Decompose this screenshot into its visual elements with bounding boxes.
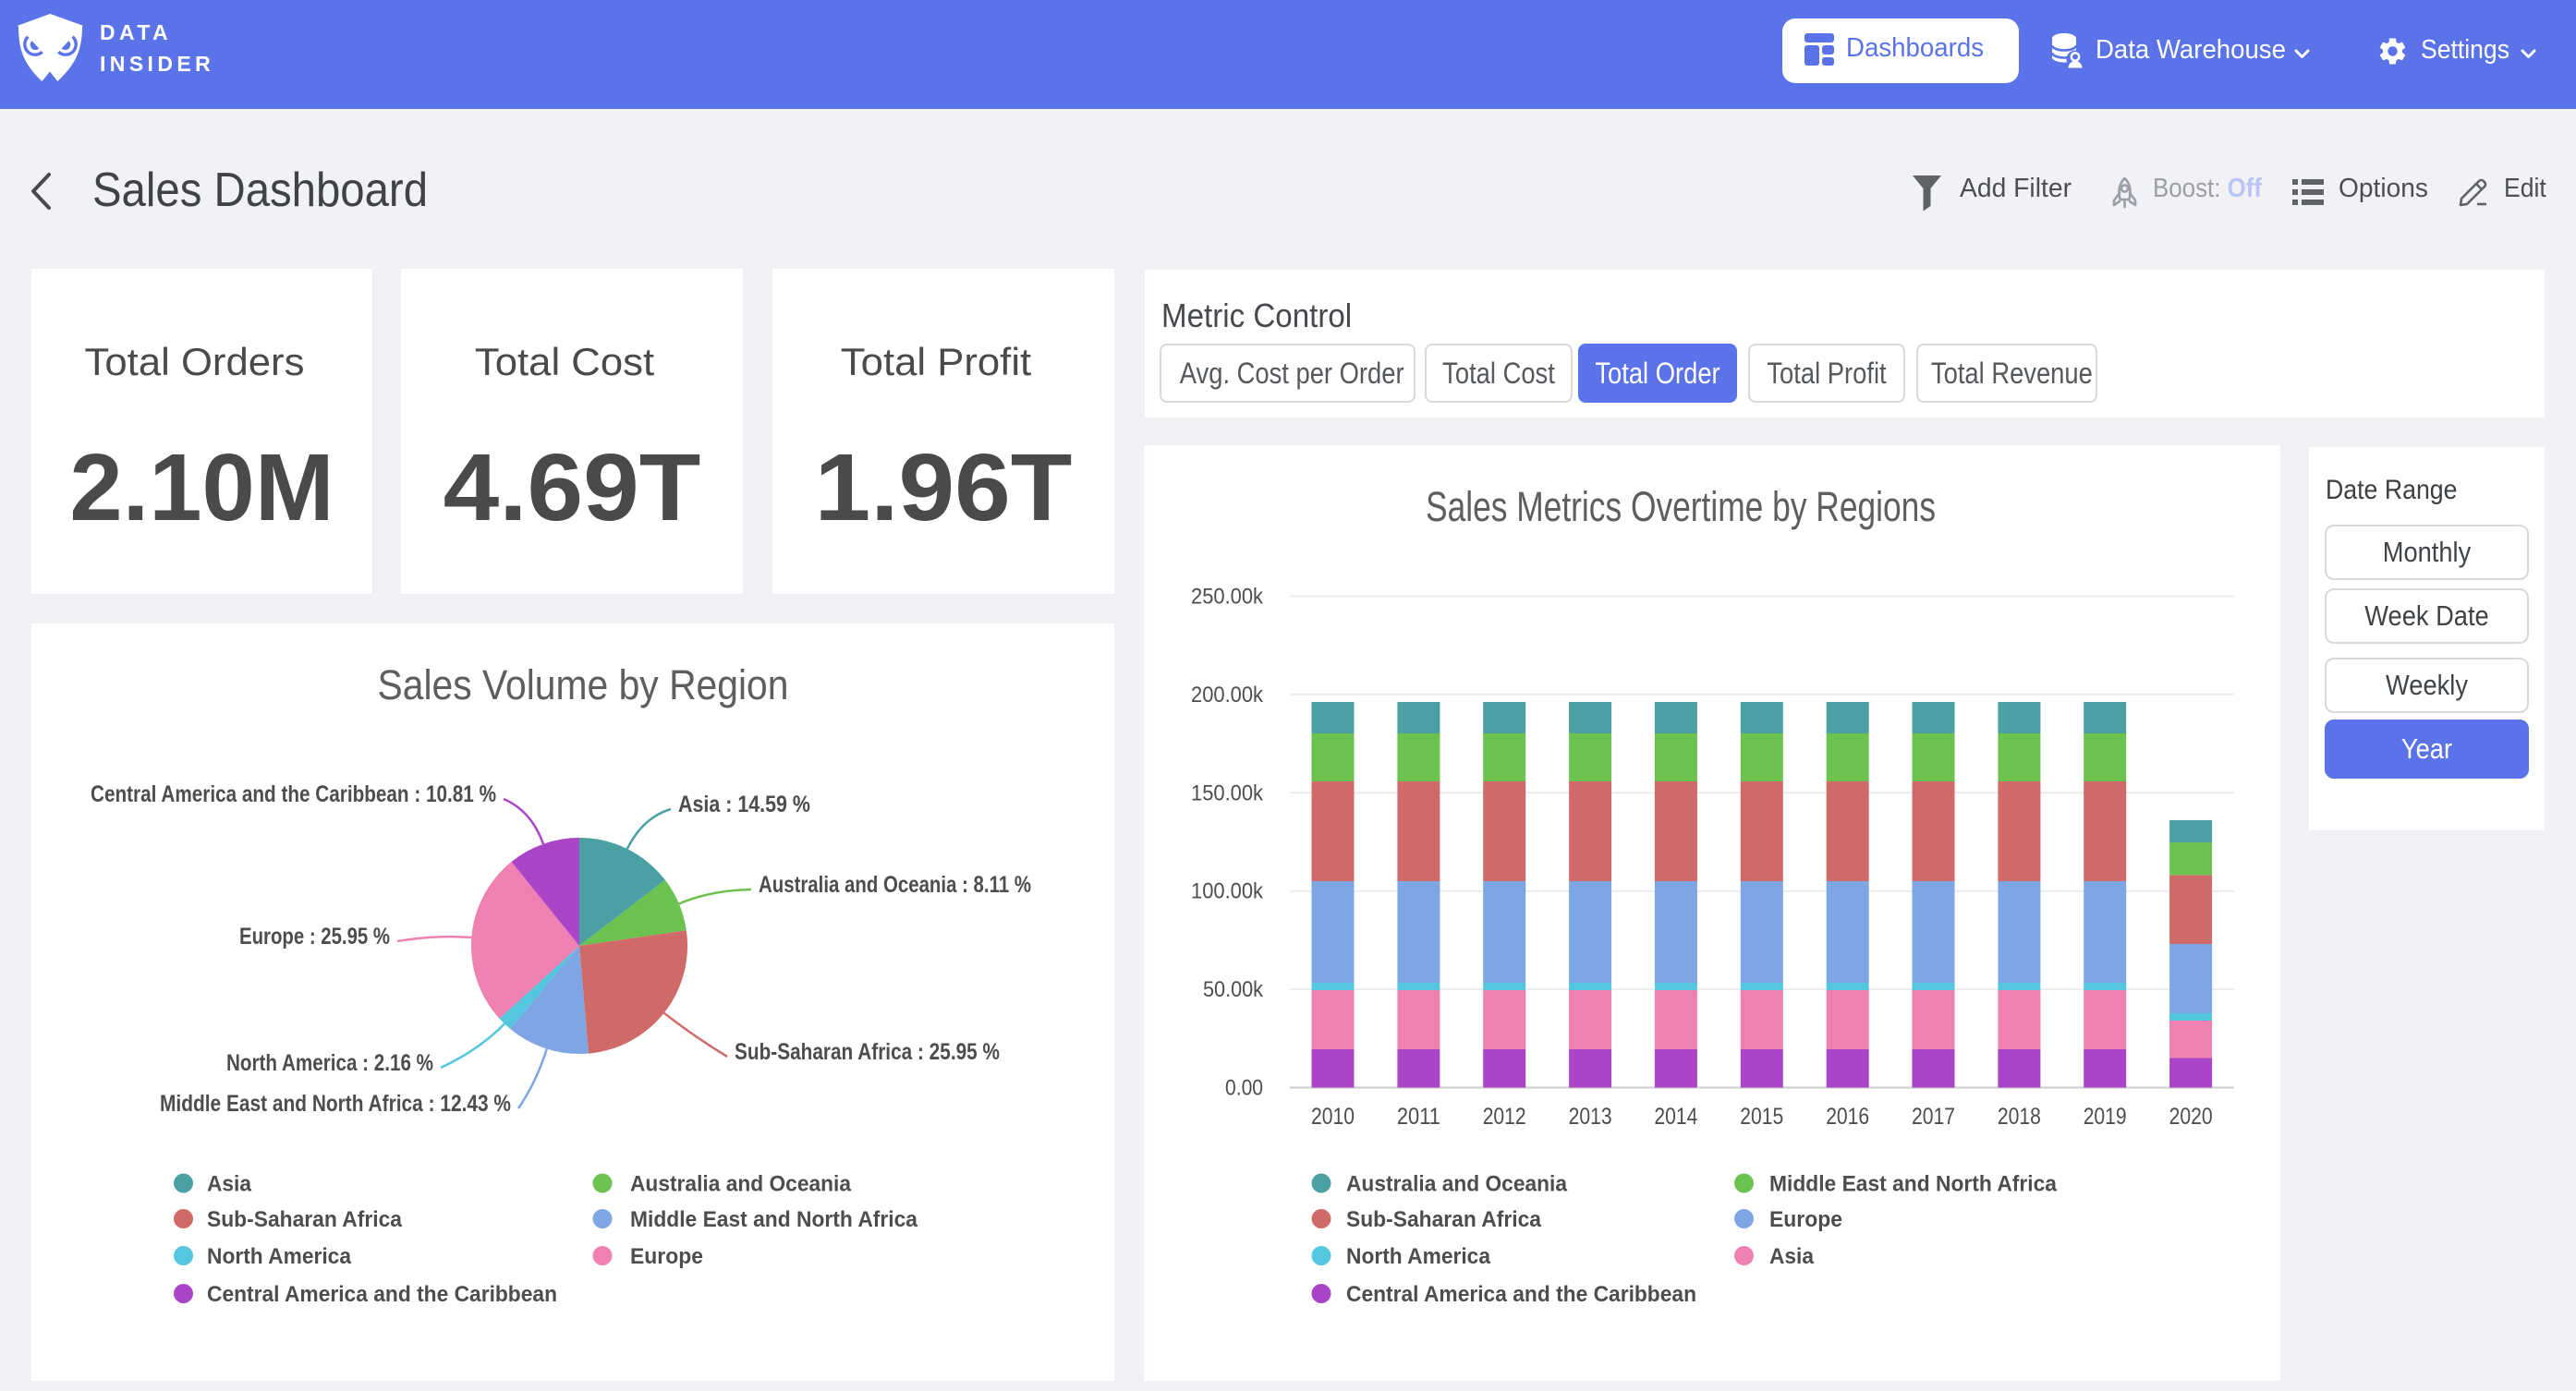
svg-text:Australia and Oceania : 8.11 %: Australia and Oceania : 8.11 % [759, 872, 1031, 898]
svg-text:Asia : 14.59 %: Asia : 14.59 % [678, 792, 810, 817]
svg-text:Europe: Europe [1769, 1207, 1842, 1232]
svg-text:Middle East and North Africa: Middle East and North Africa [630, 1207, 918, 1232]
svg-text:Australia and Oceania: Australia and Oceania [630, 1172, 852, 1197]
svg-text:100.00k: 100.00k [1191, 879, 1264, 904]
svg-text:2010: 2010 [1311, 1104, 1355, 1130]
svg-text:Sales Volume by Region: Sales Volume by Region [378, 661, 789, 708]
svg-text:Asia: Asia [207, 1172, 252, 1197]
svg-text:2015: 2015 [1740, 1104, 1783, 1130]
svg-text:2016: 2016 [1826, 1104, 1869, 1130]
svg-text:Central America and the Caribb: Central America and the Caribbean : 10.8… [91, 781, 496, 807]
svg-text:Australia and Oceania: Australia and Oceania [1346, 1172, 1568, 1197]
svg-text:200.00k: 200.00k [1191, 683, 1264, 708]
svg-text:Europe: Europe [630, 1244, 703, 1269]
svg-text:2018: 2018 [1998, 1104, 2041, 1130]
svg-text:250.00k: 250.00k [1191, 585, 1264, 610]
svg-text:North America: North America [1346, 1244, 1491, 1269]
svg-text:Sub-Saharan Africa: Sub-Saharan Africa [207, 1207, 403, 1232]
svg-text:Central America and the Caribb: Central America and the Caribbean [1346, 1282, 1696, 1307]
svg-text:2012: 2012 [1483, 1104, 1526, 1130]
svg-text:2019: 2019 [2084, 1104, 2127, 1130]
svg-text:Middle East and North Africa :: Middle East and North Africa : 12.43 % [160, 1091, 511, 1117]
svg-text:Asia: Asia [1769, 1244, 1815, 1269]
svg-text:Sub-Saharan Africa: Sub-Saharan Africa [1346, 1207, 1542, 1232]
svg-text:North America : 2.16 %: North America : 2.16 % [226, 1050, 433, 1076]
svg-text:2013: 2013 [1569, 1104, 1612, 1130]
svg-text:North America: North America [207, 1244, 352, 1269]
svg-text:0.00: 0.00 [1225, 1076, 1263, 1101]
svg-text:Sub-Saharan Africa : 25.95 %: Sub-Saharan Africa : 25.95 % [735, 1039, 1000, 1065]
svg-text:Europe : 25.95 %: Europe : 25.95 % [239, 924, 390, 950]
svg-text:150.00k: 150.00k [1191, 780, 1264, 805]
svg-text:Middle East and North Africa: Middle East and North Africa [1769, 1172, 2058, 1197]
svg-text:2017: 2017 [1912, 1104, 1955, 1130]
svg-text:2011: 2011 [1397, 1104, 1440, 1130]
svg-text:Sales Metrics Overtime by Regi: Sales Metrics Overtime by Regions [1426, 483, 1936, 530]
svg-text:50.00k: 50.00k [1203, 977, 1264, 1002]
svg-text:Central America and the Caribb: Central America and the Caribbean [207, 1282, 557, 1307]
svg-text:2020: 2020 [2169, 1104, 2213, 1130]
svg-text:2014: 2014 [1654, 1104, 1697, 1130]
